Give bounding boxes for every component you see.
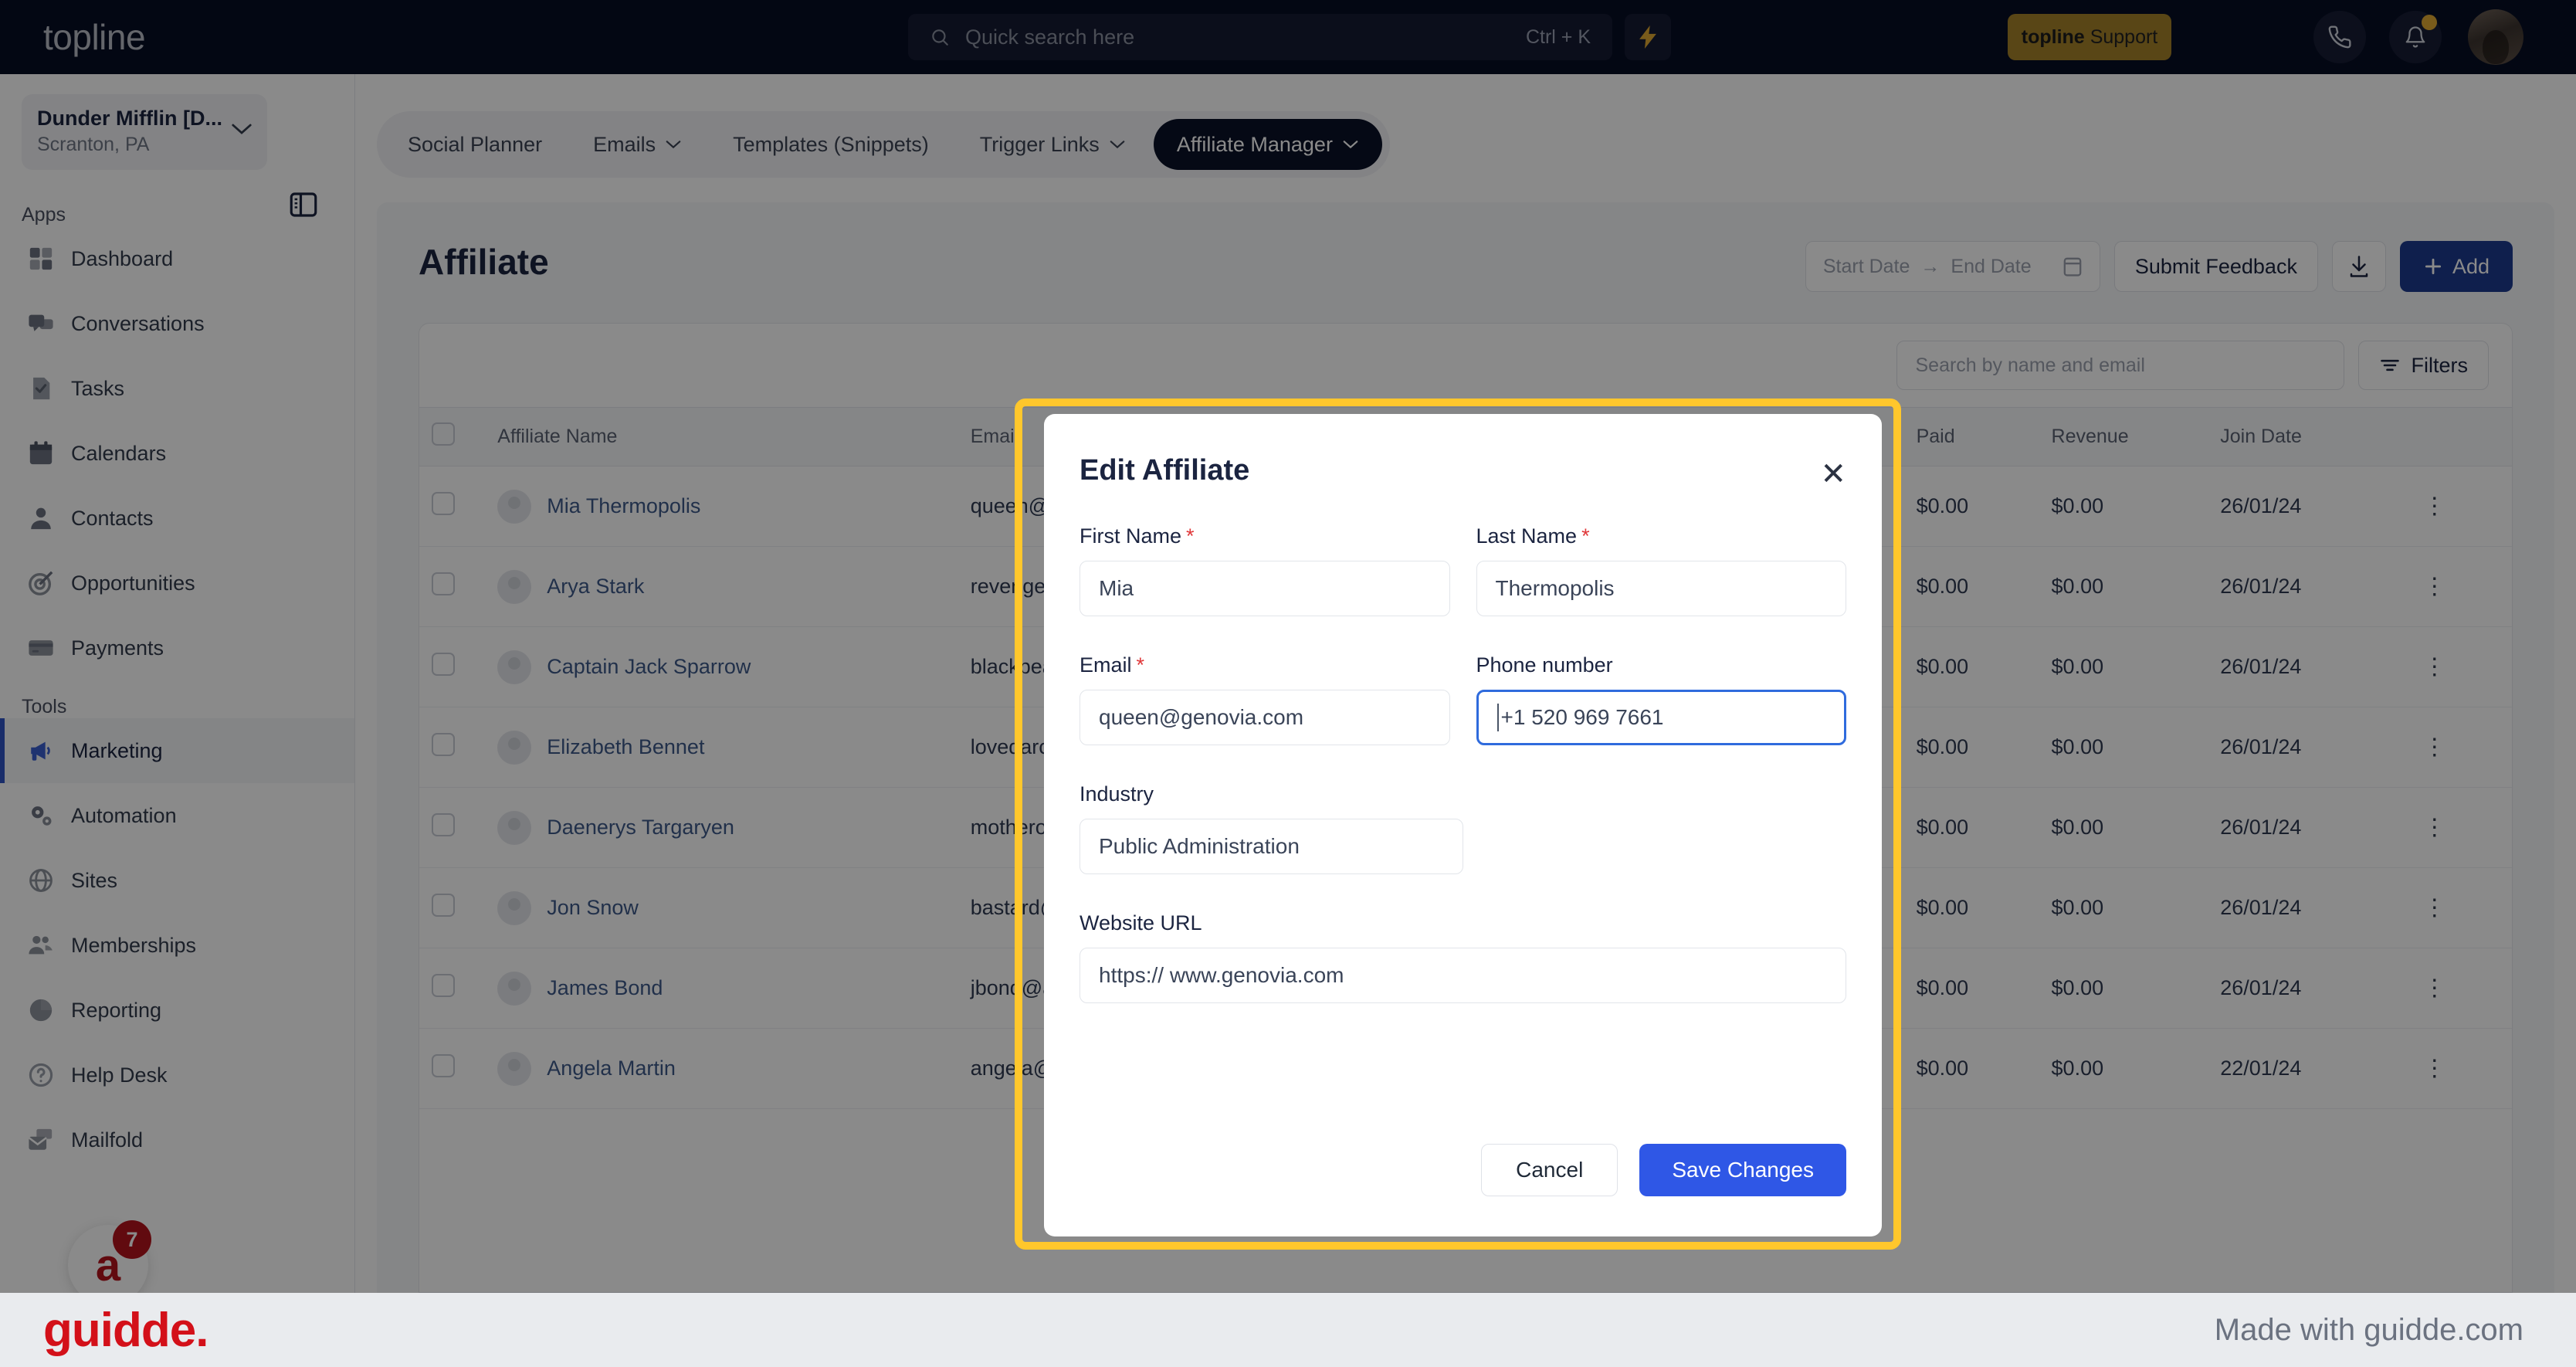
website-group: Website URL https:// www.genovia.com: [1080, 911, 1846, 1003]
email-field[interactable]: queen@genovia.com: [1080, 690, 1450, 745]
email-label-text: Email: [1080, 653, 1132, 677]
guidde-footer: guidde. Made with guidde.com: [0, 1293, 2576, 1367]
website-row: Website URL https:// www.genovia.com: [1080, 911, 1846, 1003]
first-name-label-text: First Name: [1080, 524, 1182, 548]
app-root: topline Quick search here Ctrl + K topli…: [0, 0, 2576, 1367]
last-name-label-text: Last Name: [1476, 524, 1578, 548]
email-label: Email *: [1080, 653, 1450, 677]
required-asterisk: *: [1581, 524, 1590, 548]
first-name-field[interactable]: Mia: [1080, 561, 1450, 616]
modal-title: Edit Affiliate: [1080, 454, 1250, 487]
phone-field[interactable]: +1 520 969 7661: [1476, 690, 1846, 745]
contact-row: Email * queen@genovia.com Phone number +1…: [1080, 653, 1846, 745]
guidde-logo: guidde.: [43, 1303, 208, 1357]
industry-row: Industry Public Administration: [1080, 782, 1846, 874]
name-row: First Name * Mia Last Name * Thermopolis: [1080, 524, 1846, 616]
last-name-group: Last Name * Thermopolis: [1476, 524, 1847, 616]
phone-value: +1 520 969 7661: [1500, 705, 1664, 729]
close-icon[interactable]: ✕: [1820, 459, 1846, 490]
industry-field[interactable]: Public Administration: [1080, 819, 1463, 874]
edit-affiliate-modal: Edit Affiliate ✕ First Name * Mia Last Na…: [1044, 414, 1882, 1236]
website-label: Website URL: [1080, 911, 1202, 935]
first-name-group: First Name * Mia: [1080, 524, 1450, 616]
website-field[interactable]: https:// www.genovia.com: [1080, 948, 1846, 1003]
required-asterisk: *: [1136, 653, 1145, 677]
cancel-button[interactable]: Cancel: [1481, 1144, 1618, 1196]
save-changes-button[interactable]: Save Changes: [1639, 1144, 1846, 1196]
last-name-field[interactable]: Thermopolis: [1476, 561, 1846, 616]
modal-actions: Cancel Save Changes: [1481, 1144, 1846, 1196]
made-with-guidde: Made with guidde.com: [2214, 1312, 2523, 1347]
required-asterisk: *: [1186, 524, 1195, 548]
last-name-label: Last Name *: [1476, 524, 1847, 548]
phone-group: Phone number +1 520 969 7661: [1476, 653, 1846, 745]
phone-label: Phone number: [1476, 653, 1613, 677]
industry-label: Industry: [1080, 782, 1154, 806]
first-name-label: First Name *: [1080, 524, 1450, 548]
industry-group: Industry Public Administration: [1080, 782, 1463, 874]
text-caret: [1496, 704, 1499, 731]
email-group: Email * queen@genovia.com: [1080, 653, 1450, 745]
